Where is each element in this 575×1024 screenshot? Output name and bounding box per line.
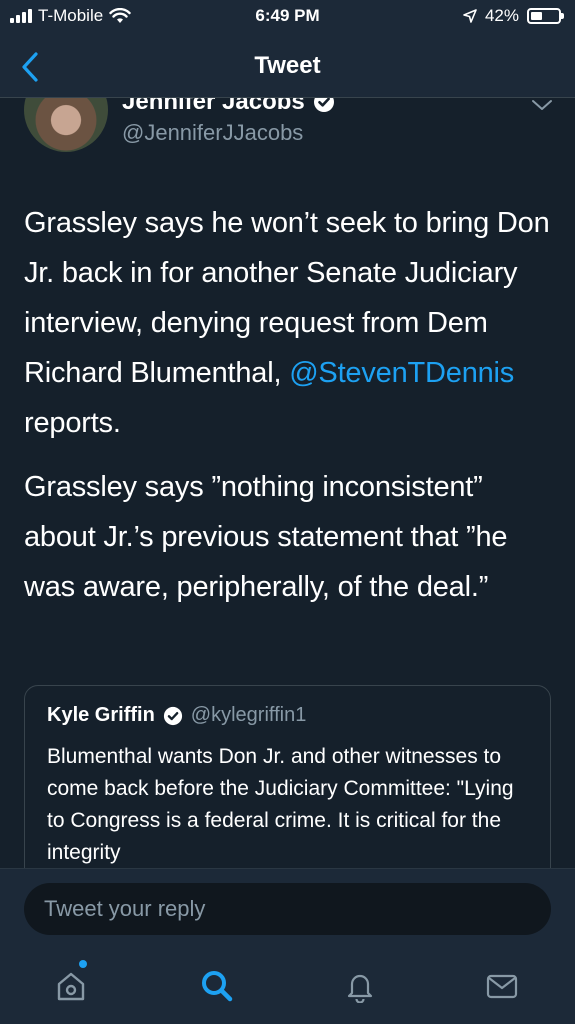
- tab-bar: [0, 946, 575, 1024]
- quoted-author-name: Kyle Griffin: [47, 704, 155, 726]
- quoted-tweet-header: Kyle Griffin @kylegriffin1: [47, 704, 528, 727]
- tab-messages[interactable]: [482, 966, 522, 1006]
- tweet-text-part: reports.: [24, 407, 121, 439]
- quoted-author-handle: @kylegriffin1: [190, 704, 307, 726]
- signal-icon: [10, 9, 32, 23]
- battery-percent: 42%: [484, 6, 519, 25]
- chevron-down-icon: [532, 100, 552, 110]
- quoted-tweet-text: Blumenthal wants Don Jr. and other witne…: [47, 745, 514, 864]
- reply-input[interactable]: [24, 883, 551, 935]
- nav-bar: Tweet: [0, 34, 575, 98]
- author-name-row[interactable]: Jennifer Jacobs: [122, 98, 335, 116]
- status-right: 42%: [463, 6, 564, 26]
- search-icon: [202, 971, 233, 1002]
- mail-icon: [486, 974, 518, 999]
- carrier-label: T-Mobile: [38, 6, 104, 25]
- back-button[interactable]: [16, 50, 46, 84]
- location-arrow-icon: [463, 9, 477, 23]
- bell-icon: [347, 974, 373, 1003]
- tweet-options-button[interactable]: [531, 98, 553, 112]
- author-handle[interactable]: @JenniferJJacobs: [122, 120, 303, 146]
- status-left: T-Mobile: [10, 6, 131, 26]
- tab-home[interactable]: [51, 960, 91, 1006]
- mention-link[interactable]: @StevenTDennis: [289, 357, 514, 389]
- chevron-left-icon: [22, 52, 38, 82]
- author-name: Jennifer Jacobs: [122, 98, 305, 115]
- quoted-tweet[interactable]: Kyle Griffin @kylegriffin1 Blumenthal wa…: [24, 685, 551, 868]
- verified-badge-icon: [313, 98, 334, 112]
- battery-level: [531, 12, 542, 20]
- tweet-paragraph-2: Grassley says ”nothing inconsistent” abo…: [24, 471, 508, 603]
- home-icon: [57, 972, 85, 1001]
- wifi-icon: [109, 8, 131, 23]
- tab-notifications[interactable]: [340, 966, 380, 1006]
- status-bar: T-Mobile 6:49 PM 42%: [0, 0, 575, 34]
- tab-search[interactable]: [197, 966, 237, 1006]
- tweet-detail: Jennifer Jacobs @JenniferJJacobs Grassle…: [0, 98, 575, 868]
- avatar[interactable]: [24, 98, 108, 152]
- verified-badge-icon: [163, 706, 182, 725]
- battery-icon: [527, 8, 564, 24]
- tweet-text: Grassley says he won’t seek to bring Don…: [24, 198, 554, 626]
- notification-dot: [79, 960, 87, 968]
- tweet-paragraph-1: Grassley says he won’t seek to bring Don…: [24, 198, 554, 448]
- page-title: Tweet: [254, 52, 321, 79]
- reply-bar: [0, 868, 575, 946]
